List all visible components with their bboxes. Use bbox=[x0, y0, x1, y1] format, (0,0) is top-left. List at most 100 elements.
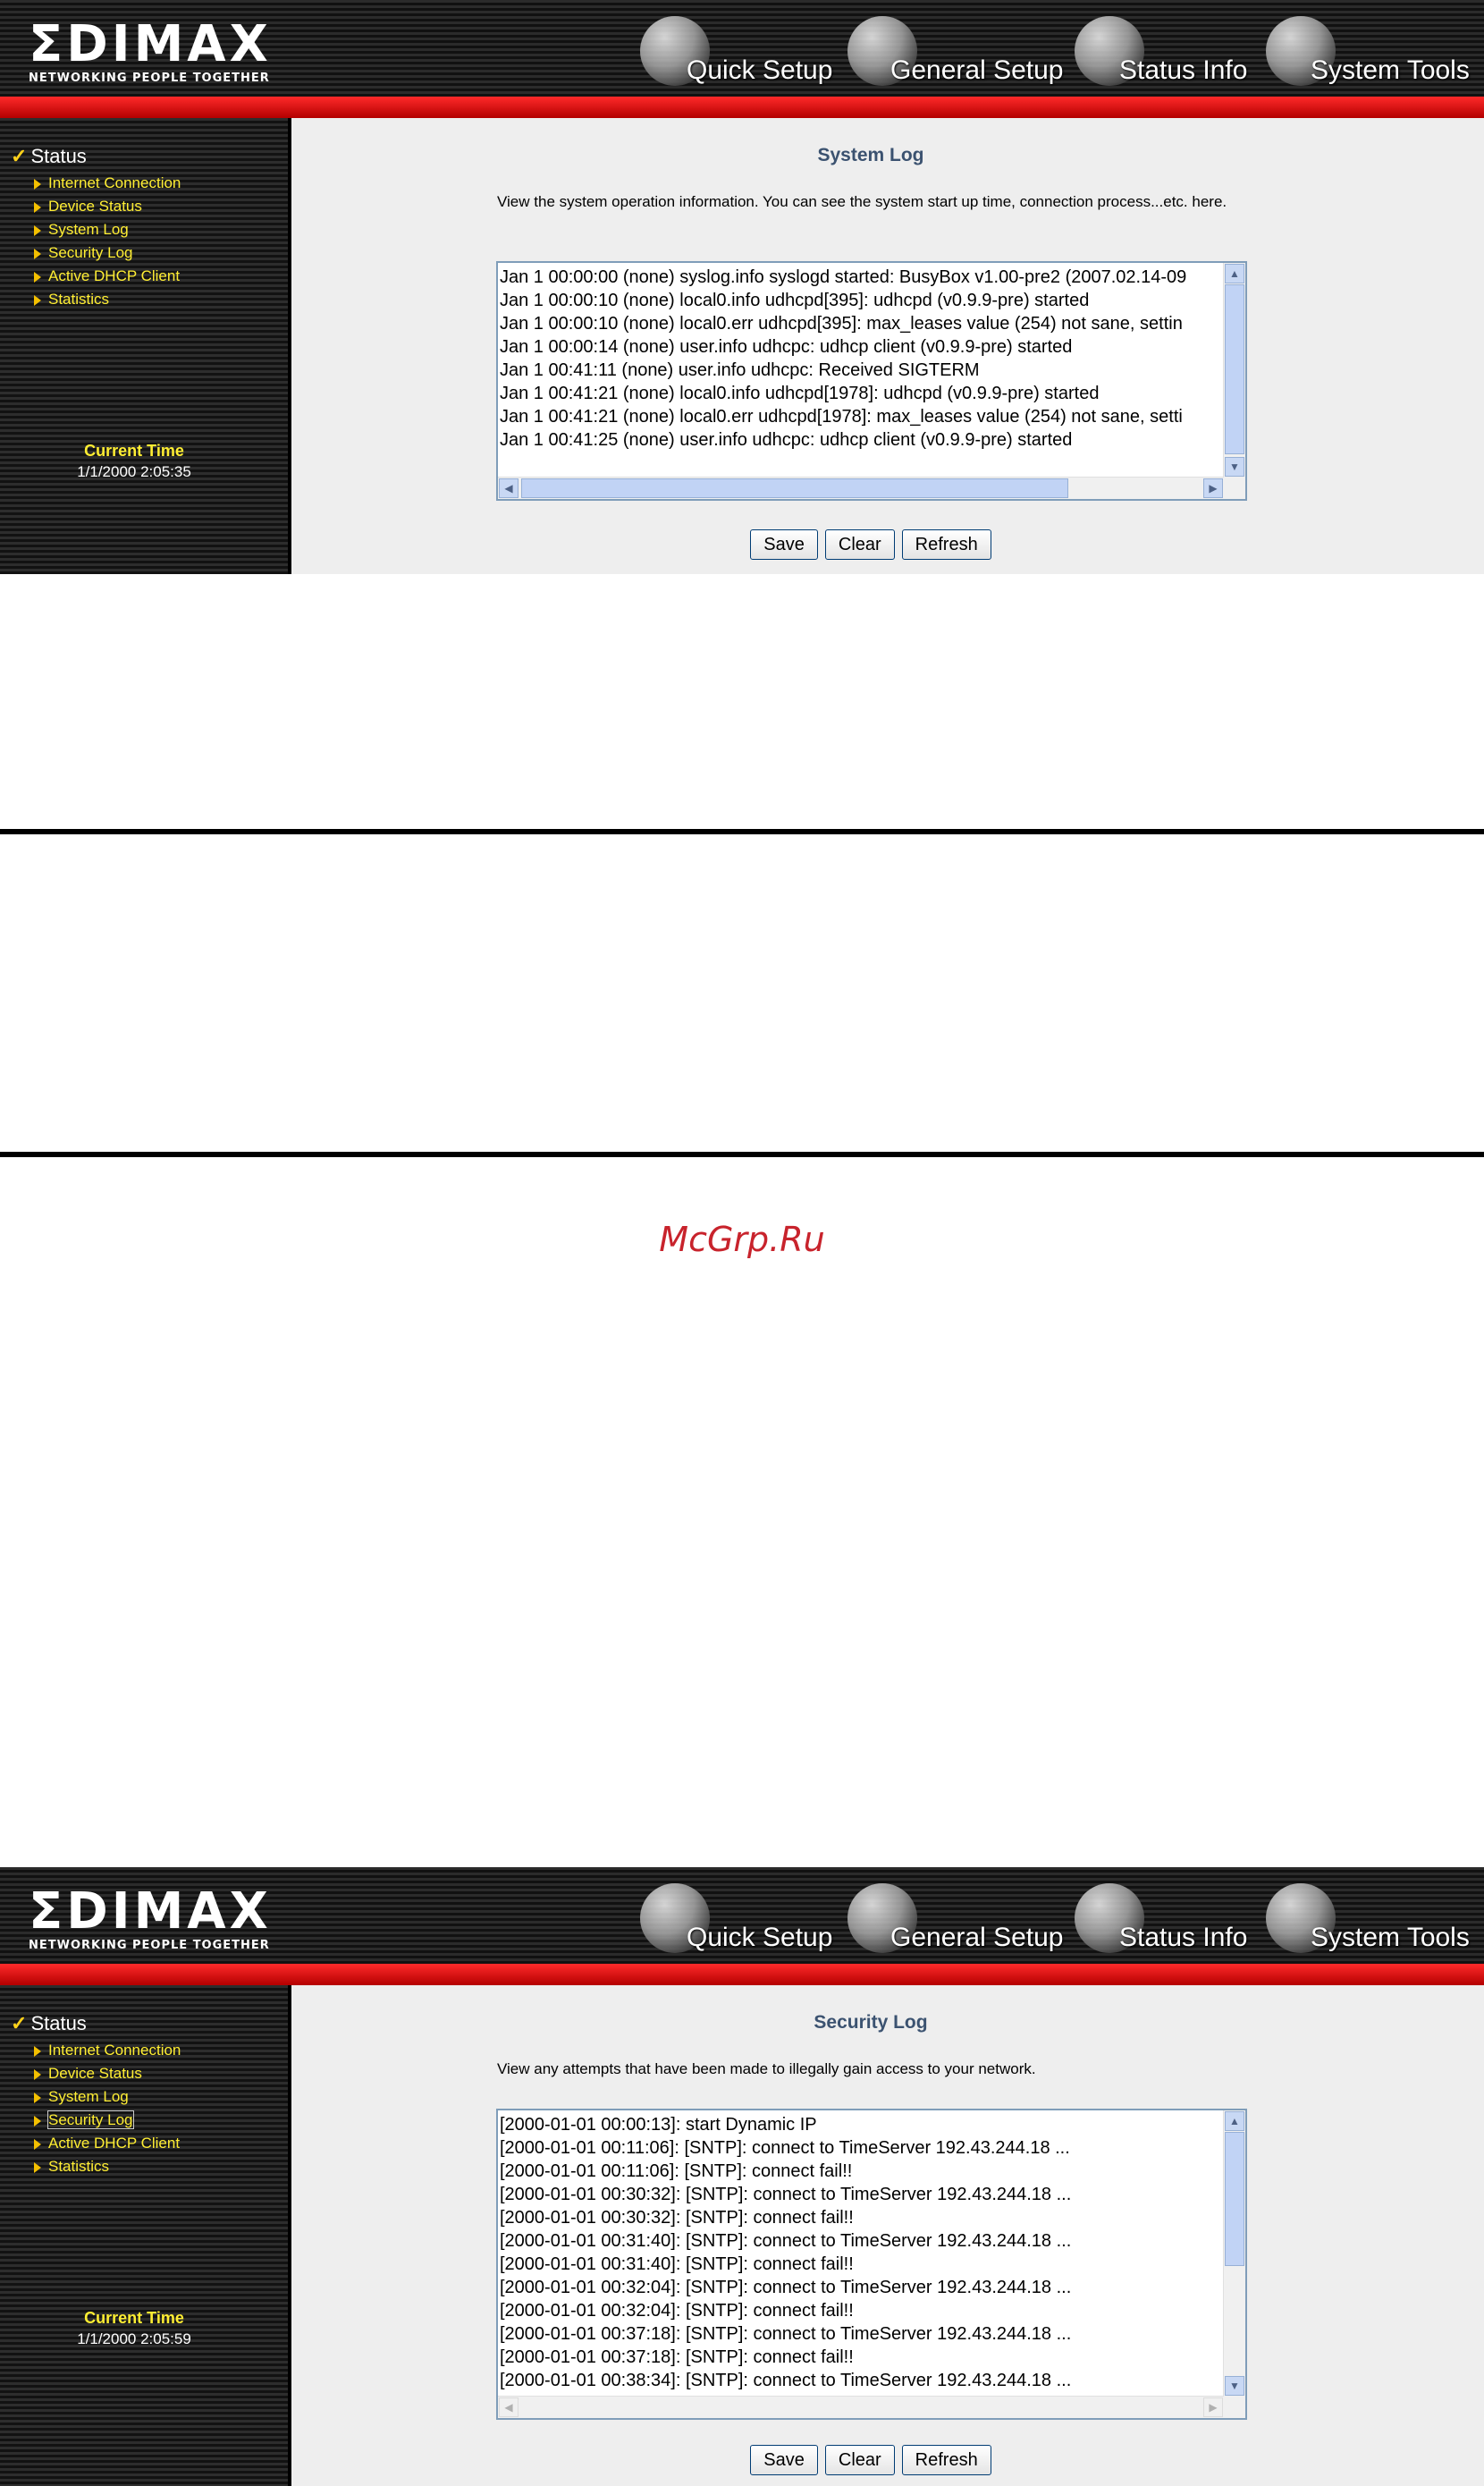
clear-button[interactable]: Clear bbox=[824, 529, 895, 560]
log-line: [2000-01-01 00:00:13]: start Dynamic IP bbox=[500, 2115, 817, 2135]
clear-button[interactable]: Clear bbox=[824, 2445, 895, 2475]
arrow-right-icon bbox=[34, 2068, 41, 2080]
scroll-thumb[interactable] bbox=[1225, 284, 1244, 454]
edimax-logo: ΣDIMAX NETWORKING PEOPLE TOGETHER bbox=[29, 15, 272, 86]
sidebar-item-internet-connection[interactable]: Internet Connection bbox=[34, 2039, 181, 2062]
header-red-stripe bbox=[0, 1964, 1484, 1985]
log-line: [2000-01-01 00:31:40]: [SNTP]: connect f… bbox=[500, 2254, 854, 2274]
scrollbar-corner bbox=[1224, 2397, 1245, 2418]
logo-wordmark: ΣDIMAX bbox=[29, 15, 272, 73]
log-line: [2000-01-01 00:11:06]: [SNTP]: connect t… bbox=[500, 2138, 1070, 2158]
sidebar: ✓ Status Internet Connection Device Statu… bbox=[0, 118, 291, 574]
sidebar-item-device-status[interactable]: Device Status bbox=[34, 195, 181, 218]
nav-label: System Tools bbox=[1311, 55, 1470, 85]
header-red-stripe bbox=[0, 97, 1484, 118]
sidebar-item-label: Statistics bbox=[48, 291, 110, 308]
vertical-scrollbar[interactable]: ▲ ▼ bbox=[1223, 2110, 1245, 2397]
page-title: System Log bbox=[817, 145, 924, 165]
log-line: [2000-01-01 00:37:18]: [SNTP]: connect f… bbox=[500, 2347, 854, 2367]
security-log-textarea[interactable]: [2000-01-01 00:00:13]: start Dynamic IP [… bbox=[496, 2109, 1247, 2420]
log-line: Jan 1 00:00:14 (none) user.info udhcpc: … bbox=[500, 337, 1073, 357]
arrow-right-icon bbox=[34, 201, 41, 213]
sidebar-item-device-status[interactable]: Device Status bbox=[34, 2062, 181, 2085]
horizontal-scrollbar: ◀ ▶ bbox=[498, 2396, 1224, 2418]
log-lines: Jan 1 00:00:00 (none) syslog.info syslog… bbox=[500, 266, 1222, 476]
checkmark-icon: ✓ bbox=[11, 2012, 28, 2034]
log-line: [2000-01-01 00:30:32]: [SNTP]: connect f… bbox=[500, 2208, 854, 2228]
nav-label: System Tools bbox=[1311, 1923, 1470, 1952]
watermark-text: McGrp.Ru bbox=[659, 1220, 825, 1259]
logo-wordmark: ΣDIMAX bbox=[29, 1882, 272, 1941]
scroll-up-icon[interactable]: ▲ bbox=[1225, 264, 1244, 283]
edimax-logo: ΣDIMAX NETWORKING PEOPLE TOGETHER bbox=[29, 1882, 272, 1953]
scroll-down-icon[interactable]: ▼ bbox=[1225, 2376, 1244, 2396]
sidebar-item-label: Device Status bbox=[48, 2065, 142, 2082]
sidebar-item-system-log[interactable]: System Log bbox=[34, 2085, 181, 2109]
save-button[interactable]: Save bbox=[750, 529, 818, 560]
separator-line bbox=[0, 829, 1484, 834]
sidebar-item-active-dhcp-client[interactable]: Active DHCP Client bbox=[34, 265, 181, 288]
arrow-right-icon bbox=[34, 2161, 41, 2173]
scroll-left-icon[interactable]: ◀ bbox=[499, 478, 519, 498]
sidebar-heading-label: Status bbox=[30, 145, 87, 167]
arrow-right-icon bbox=[34, 248, 41, 259]
log-line: Jan 1 00:41:11 (none) user.info udhcpc: … bbox=[500, 360, 980, 380]
sidebar-item-label: Security Log bbox=[47, 2110, 134, 2129]
arrow-right-icon bbox=[34, 271, 41, 283]
sidebar-item-label: Active DHCP Client bbox=[48, 2135, 181, 2152]
system-log-textarea[interactable]: Jan 1 00:00:00 (none) syslog.info syslog… bbox=[496, 261, 1247, 501]
arrow-right-icon bbox=[34, 178, 41, 190]
sidebar-status-heading[interactable]: ✓ Status bbox=[11, 2012, 87, 2035]
arrow-right-icon bbox=[34, 294, 41, 306]
log-line: [2000-01-01 00:37:18]: [SNTP]: connect t… bbox=[500, 2324, 1072, 2344]
security-log-screenshot: ΣDIMAX NETWORKING PEOPLE TOGETHER Quick … bbox=[0, 1867, 1484, 2486]
sidebar-item-security-log[interactable]: Security Log bbox=[34, 241, 181, 265]
sidebar-menu: Internet Connection Device Status System… bbox=[34, 2039, 181, 2178]
header-bar: ΣDIMAX NETWORKING PEOPLE TOGETHER Quick … bbox=[0, 0, 1484, 97]
nav-label: General Setup bbox=[890, 1923, 1064, 1952]
header-bar: ΣDIMAX NETWORKING PEOPLE TOGETHER Quick … bbox=[0, 1867, 1484, 1964]
main-content: System Log View the system operation inf… bbox=[291, 118, 1484, 574]
page-description: View the system operation information. Y… bbox=[497, 193, 1227, 210]
sidebar-item-statistics[interactable]: Statistics bbox=[34, 2155, 181, 2178]
horizontal-scrollbar[interactable]: ◀ ▶ bbox=[498, 477, 1224, 499]
sidebar-item-label: Internet Connection bbox=[48, 174, 181, 191]
log-line: Jan 1 00:00:10 (none) local0.info udhcpd… bbox=[500, 291, 1090, 310]
save-button[interactable]: Save bbox=[750, 2445, 818, 2475]
scroll-right-icon[interactable]: ▶ bbox=[1203, 478, 1223, 498]
checkmark-icon: ✓ bbox=[11, 145, 28, 167]
sidebar-item-internet-connection[interactable]: Internet Connection bbox=[34, 172, 181, 195]
sidebar-menu: Internet Connection Device Status System… bbox=[34, 172, 181, 311]
log-line: [2000-01-01 00:38:34]: [SNTP]: connect t… bbox=[500, 2371, 1072, 2390]
arrow-right-icon bbox=[34, 2045, 41, 2057]
system-log-screenshot: ΣDIMAX NETWORKING PEOPLE TOGETHER Quick … bbox=[0, 0, 1484, 574]
sidebar-status-heading[interactable]: ✓ Status bbox=[11, 145, 87, 168]
scroll-thumb[interactable] bbox=[1225, 2132, 1244, 2266]
logo-tagline: NETWORKING PEOPLE TOGETHER bbox=[29, 1939, 270, 1952]
sidebar-item-label: System Log bbox=[48, 2088, 129, 2105]
nav-label: Status Info bbox=[1119, 1923, 1248, 1952]
log-line: [2000-01-01 00:11:06]: [SNTP]: connect f… bbox=[500, 2161, 853, 2181]
arrow-right-icon bbox=[34, 224, 41, 236]
scroll-thumb[interactable] bbox=[521, 478, 1068, 498]
log-actions: Save Clear Refresh bbox=[291, 529, 1450, 560]
refresh-button[interactable]: Refresh bbox=[901, 2445, 991, 2475]
log-lines: [2000-01-01 00:00:13]: start Dynamic IP [… bbox=[500, 2113, 1222, 2395]
log-line: Jan 1 00:41:21 (none) local0.info udhcpd… bbox=[500, 384, 1100, 403]
sidebar-item-security-log[interactable]: Security Log bbox=[34, 2109, 181, 2132]
refresh-button[interactable]: Refresh bbox=[901, 529, 991, 560]
sidebar-item-system-log[interactable]: System Log bbox=[34, 218, 181, 241]
scroll-down-icon[interactable]: ▼ bbox=[1225, 457, 1244, 477]
scroll-left-icon: ◀ bbox=[499, 2397, 519, 2417]
log-line: Jan 1 00:41:21 (none) local0.err udhcpd[… bbox=[500, 407, 1183, 427]
sidebar: ✓ Status Internet Connection Device Statu… bbox=[0, 1985, 291, 2486]
scroll-up-icon[interactable]: ▲ bbox=[1225, 2111, 1244, 2131]
sidebar-item-label: Device Status bbox=[48, 198, 142, 215]
sidebar-item-statistics[interactable]: Statistics bbox=[34, 288, 181, 311]
sidebar-item-label: Statistics bbox=[48, 2158, 110, 2175]
vertical-scrollbar[interactable]: ▲ ▼ bbox=[1223, 263, 1245, 478]
sidebar-item-active-dhcp-client[interactable]: Active DHCP Client bbox=[34, 2132, 181, 2155]
log-line: [2000-01-01 00:32:04]: [SNTP]: connect f… bbox=[500, 2301, 854, 2321]
log-line: [2000-01-01 00:30:32]: [SNTP]: connect t… bbox=[500, 2185, 1072, 2204]
scrollbar-corner bbox=[1224, 478, 1245, 499]
